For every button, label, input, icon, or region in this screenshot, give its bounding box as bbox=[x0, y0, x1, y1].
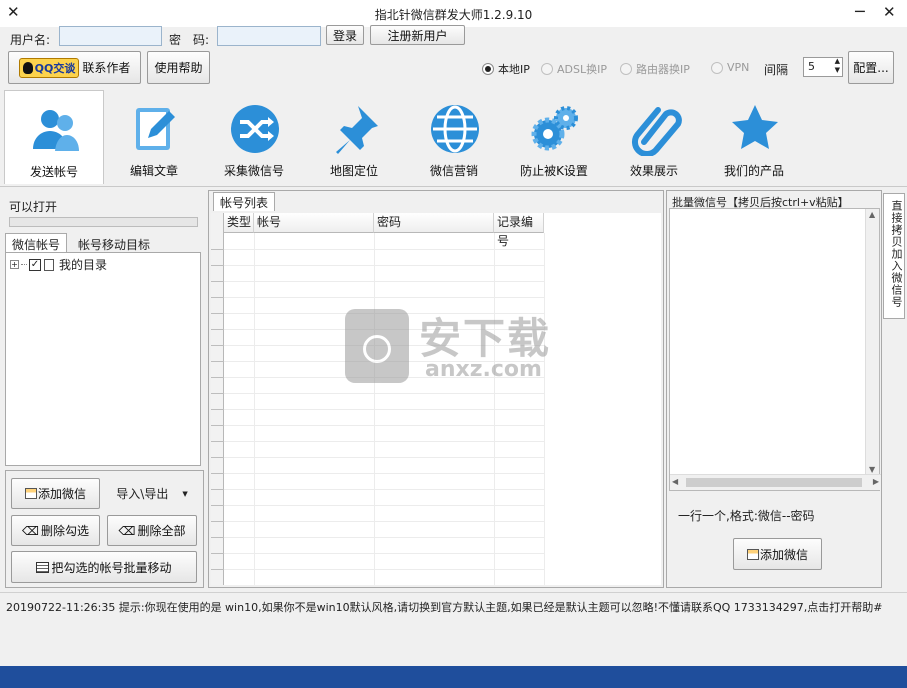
col-account[interactable]: 帐号 bbox=[254, 213, 374, 233]
window-title: 指北针微信群发大师1.2.9.10 bbox=[374, 8, 533, 22]
username-input[interactable] bbox=[59, 26, 162, 46]
shuffle-icon bbox=[228, 102, 282, 156]
tool-label: 防止被K设置 bbox=[520, 164, 588, 178]
scroll-up-icon: ▲ bbox=[869, 210, 876, 219]
password-label: 密 码: bbox=[169, 33, 210, 47]
tool-paperclip[interactable]: 效果展示 bbox=[604, 90, 704, 184]
eraser-icon: ⌫ bbox=[22, 523, 39, 538]
batch-wechat-textarea[interactable]: ▲ ▼ ◀ ▶ bbox=[669, 208, 881, 491]
help-button[interactable]: 使用帮助 bbox=[147, 51, 210, 84]
account-tree[interactable]: + ✓ 我的目录 bbox=[5, 252, 201, 466]
tree-root-label: 我的目录 bbox=[59, 258, 108, 272]
tree-root[interactable]: + ✓ 我的目录 bbox=[10, 256, 107, 273]
users-icon bbox=[29, 103, 83, 157]
tab-account-list[interactable]: 帐号列表 bbox=[213, 192, 276, 211]
tool-label: 发送帐号 bbox=[29, 165, 78, 179]
tool-star[interactable]: 我们的产品 bbox=[704, 90, 804, 184]
interval-label: 间隔 bbox=[764, 63, 789, 77]
star-icon bbox=[728, 102, 782, 156]
close-button[interactable]: ✕ bbox=[883, 3, 896, 21]
tool-label: 编辑文章 bbox=[129, 164, 178, 178]
progress-bar bbox=[9, 217, 198, 227]
expand-icon[interactable]: + bbox=[10, 260, 19, 269]
radio-vpn[interactable]: VPN bbox=[711, 61, 749, 74]
taskbar bbox=[0, 666, 907, 688]
add-table-icon bbox=[24, 488, 37, 499]
delete-all-button[interactable]: ⌫ 删除全部 bbox=[107, 515, 197, 546]
password-input[interactable] bbox=[217, 26, 321, 46]
qq-badge: QQ交谈 bbox=[18, 57, 80, 78]
scroll-down-icon: ▼ bbox=[869, 465, 876, 474]
watermark: 安下载 anxz.com bbox=[345, 305, 565, 385]
spinner-up-icon: ▲ bbox=[834, 57, 840, 65]
login-button[interactable]: 登录 bbox=[326, 25, 364, 45]
tool-gears[interactable]: 防止被K设置 bbox=[504, 90, 604, 184]
v-scrollbar[interactable]: ▲ ▼ bbox=[865, 209, 879, 475]
eraser-icon: ⌫ bbox=[118, 523, 136, 538]
import-export-dropdown[interactable]: 导入\导出 ▼ bbox=[106, 478, 198, 509]
username-label: 用户名: bbox=[10, 33, 51, 47]
tool-label: 微信营销 bbox=[429, 164, 478, 178]
paperclip-icon bbox=[628, 102, 682, 158]
account-grid[interactable]: 类型 帐号 密码 记录编号 bbox=[211, 213, 661, 585]
move-list-icon bbox=[36, 561, 50, 573]
tree-checkbox[interactable]: ✓ bbox=[29, 258, 41, 271]
contact-author-button[interactable]: QQ交谈 联系作者 bbox=[8, 51, 141, 84]
register-button[interactable]: 注册新用户 bbox=[370, 25, 465, 45]
batch-move-button[interactable]: 把勾选的帐号批量移动 bbox=[11, 551, 197, 583]
add-wechat-button[interactable]: 添加微信 bbox=[11, 478, 100, 509]
minimize-button[interactable]: ─ bbox=[855, 2, 865, 21]
scroll-right-icon: ▶ bbox=[872, 477, 879, 486]
tool-label: 效果展示 bbox=[629, 164, 678, 178]
tool-globe[interactable]: 微信营销 bbox=[404, 90, 504, 184]
edit-icon bbox=[128, 102, 182, 156]
status-text[interactable]: 20190722-11:26:35 提示:你现在使用的是 win10,如果你不是… bbox=[6, 599, 883, 615]
side-tab-paste[interactable]: 直接拷贝加入微信号 bbox=[883, 193, 905, 319]
tab-wechat-account[interactable]: 微信帐号 bbox=[5, 233, 68, 253]
contact-author-label: 联系作者 bbox=[82, 61, 131, 75]
toolbar-divider bbox=[0, 186, 907, 187]
radio-local-ip[interactable]: 本地IP bbox=[482, 61, 530, 77]
tool-label: 采集微信号 bbox=[223, 164, 284, 178]
tool-label: 地图定位 bbox=[329, 164, 378, 178]
spinner-down-icon: ▼ bbox=[834, 66, 840, 74]
right-add-wechat-button[interactable]: 添加微信 bbox=[733, 538, 822, 570]
title-bar: ✕ 指北针微信群发大师1.2.9.10 ─ ✕ bbox=[0, 0, 907, 27]
tool-edit[interactable]: 编辑文章 bbox=[104, 90, 204, 184]
tool-shuffle[interactable]: 采集微信号 bbox=[204, 90, 304, 184]
status-bar: 20190722-11:26:35 提示:你现在使用的是 win10,如果你不是… bbox=[0, 592, 907, 666]
qq-penguin-icon bbox=[22, 61, 33, 74]
add-table-icon bbox=[746, 548, 759, 560]
h-scrollbar[interactable]: ◀ ▶ bbox=[670, 474, 881, 490]
tool-pushpin[interactable]: 地图定位 bbox=[304, 90, 404, 184]
dropdown-arrow-icon: ▼ bbox=[182, 489, 188, 498]
status-label: 可以打开 bbox=[9, 200, 58, 214]
delete-checked-button[interactable]: ⌫ 删除勾选 bbox=[11, 515, 100, 546]
col-password[interactable]: 密码 bbox=[374, 213, 494, 233]
gears-icon bbox=[528, 102, 582, 156]
globe-icon bbox=[428, 102, 482, 156]
tool-label: 我们的产品 bbox=[723, 164, 784, 178]
tool-users[interactable]: 发送帐号 bbox=[4, 90, 104, 184]
config-button[interactable]: 配置... bbox=[848, 51, 894, 84]
interval-spinner[interactable]: 5 ▲ ▼ bbox=[803, 57, 843, 77]
document-icon bbox=[44, 258, 54, 271]
radio-router-ip[interactable]: 路由器换IP bbox=[620, 61, 690, 77]
format-hint: 一行一个,格式:微信--密码 bbox=[678, 509, 815, 523]
col-type[interactable]: 类型 bbox=[224, 213, 254, 233]
col-record-no[interactable]: 记录编号 bbox=[494, 213, 544, 248]
radio-adsl-ip[interactable]: ADSL换IP bbox=[541, 61, 607, 77]
scroll-left-icon: ◀ bbox=[672, 477, 679, 486]
pushpin-icon bbox=[328, 102, 382, 156]
